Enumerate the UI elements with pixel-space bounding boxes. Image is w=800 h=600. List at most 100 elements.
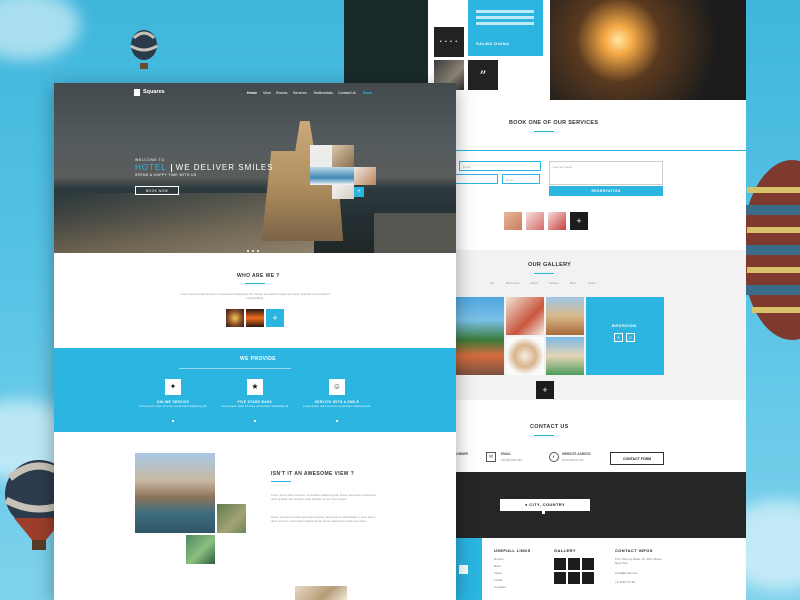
nav-services[interactable]: Services [293, 91, 307, 95]
harbor-photo[interactable] [135, 453, 215, 533]
gallery-image[interactable] [456, 297, 504, 375]
who-thumbnail[interactable] [226, 309, 244, 327]
special-needs-textarea[interactable]: Special Needs [549, 161, 663, 185]
who-title-underline [245, 283, 265, 284]
gallery-title: OUR GALLERY [528, 262, 572, 268]
contact-form-button[interactable]: CONTACT FORM [610, 452, 664, 465]
footer-gallery-thumb[interactable] [582, 558, 594, 570]
footer-link[interactable]: Travel [494, 578, 502, 582]
service-thumbnail[interactable] [526, 212, 544, 230]
service-thumbnail[interactable] [548, 212, 566, 230]
hero-collage-tile[interactable] [332, 185, 354, 199]
gallery-image[interactable] [546, 337, 584, 375]
footer-gallery-title: GALLERY [554, 548, 576, 553]
gallery-filter-kitchen[interactable]: Kitchen [549, 281, 559, 285]
gallery-filter-pools[interactable]: Pools [588, 281, 596, 285]
nav-view[interactable]: View [263, 91, 271, 95]
hero-collage-tile[interactable] [310, 167, 354, 185]
hero-collage-plus-icon[interactable]: + [354, 187, 364, 197]
food-photo[interactable] [295, 586, 347, 600]
service-text: Lorem ipsum dolor sit amet, consectetur … [220, 404, 290, 408]
garden-photo[interactable] [217, 504, 246, 533]
map-location-label: ● CITY, COUNTRY [500, 499, 590, 511]
footer-gallery-thumb[interactable] [554, 558, 566, 570]
gallery-filter-views[interactable]: Views [530, 281, 538, 285]
service-text: Lorem ipsum dolor sit amet, consectetur … [138, 404, 208, 408]
gallery-filter-bars[interactable]: Bars [570, 281, 576, 285]
brand-logo[interactable]: Squares [143, 89, 165, 95]
gallery-image[interactable] [506, 297, 544, 335]
room-select[interactable]: Room [502, 174, 540, 184]
nav-home[interactable]: Home [247, 91, 257, 95]
contact-title: CONTACT US [530, 424, 569, 430]
awesome-title-underline [271, 481, 291, 482]
gallery-image[interactable] [546, 297, 584, 335]
email-value[interactable]: info@mail.com [501, 458, 522, 462]
hero-title-text: WE DELIVER SMILES [175, 163, 274, 172]
testimonial-nav-dots[interactable]: • • • • [434, 27, 464, 57]
service-dot [254, 420, 256, 422]
left-page-mockup: Squares Home View Rooms Services Testimo… [54, 83, 456, 600]
logo-icon [134, 89, 140, 96]
footer-link[interactable]: Views [494, 571, 502, 575]
more-services-button[interactable]: + [570, 212, 588, 230]
smile-icon: ☺ [329, 379, 345, 395]
gallery-filter-all[interactable]: All [490, 281, 493, 285]
gallery-feature-label: BEDROOM [612, 323, 637, 328]
hero-building-secondary [374, 213, 456, 253]
hero-slider-dots[interactable] [247, 239, 262, 257]
who-thumbnail[interactable] [246, 309, 264, 327]
aerial-photo[interactable] [186, 535, 215, 564]
globe-icon: ◐ [549, 452, 559, 462]
footer-gallery-thumb[interactable] [568, 572, 580, 584]
who-text: Lorem ipsum dolor sit amet, consectetur … [180, 292, 330, 301]
quote-icon: ” [468, 60, 498, 90]
hero-title: HOTEL WE DELIVER SMILES [135, 163, 274, 172]
website-label: WEBSITE ADRESS [562, 452, 591, 456]
testimonial-card: SALMA DIANA [468, 0, 543, 56]
email-icon: ✉ [486, 452, 496, 462]
reservation-button[interactable]: RESERVATION [549, 186, 663, 196]
contact-title-underline [534, 435, 554, 436]
email-label: EMAIL [501, 452, 511, 456]
gallery-feature-bedroom[interactable]: BEDROOM + ⌕ [586, 297, 664, 375]
hot-air-balloon-icon [742, 160, 800, 340]
awesome-paragraph: Lorem ipsum dolor sit amet, consectetur … [271, 493, 376, 501]
hero-subtitle: SPEND A HAPPY TIME WITH US [135, 173, 197, 177]
gallery-image[interactable] [506, 337, 544, 375]
footer-useful-links-title: USEFULL LINKS [494, 548, 531, 553]
hero-welcome: WELCOME TO [135, 158, 165, 162]
book-section-title: BOOK ONE OF OUR SERVICES [509, 120, 599, 126]
footer-link[interactable]: Rooms [494, 557, 504, 561]
website-value[interactable]: www.hotel.com [562, 458, 583, 462]
gallery-load-more-button[interactable]: + [536, 381, 554, 399]
footer-gallery-thumb[interactable] [582, 572, 594, 584]
hero-collage-tile[interactable] [332, 145, 354, 167]
hero-title-divider [170, 163, 172, 172]
sparkler-photo [550, 0, 746, 100]
puzzle-icon: ✦ [165, 379, 181, 395]
nav-contact[interactable]: Contact Us [338, 91, 356, 95]
zoom-icon[interactable]: ⌕ [626, 333, 635, 342]
footer-link[interactable]: Book [494, 564, 501, 568]
link-icon[interactable]: + [614, 333, 623, 342]
star-icon: ★ [247, 379, 263, 395]
gallery-filter-bedrooms[interactable]: Bedrooms [506, 281, 520, 285]
hero-collage-tile[interactable] [354, 167, 376, 185]
nav-rooms[interactable]: Rooms [276, 91, 287, 95]
who-more-button[interactable]: + [266, 309, 284, 327]
service-text: Lorem ipsum dolor sit amet, consectetur … [302, 404, 372, 408]
map-marker[interactable] [542, 511, 545, 514]
nav-testimonials[interactable]: Testimonials [313, 91, 333, 95]
hero-collage-tile[interactable] [310, 145, 332, 167]
book-now-button[interactable]: BOOK NOW [135, 186, 179, 195]
testimonial-author: SALMA DIANA [476, 41, 510, 46]
number-label: NUMBER [454, 452, 468, 456]
footer-email[interactable]: email@mail.com [615, 571, 637, 575]
service-thumbnail[interactable] [504, 212, 522, 230]
nav-book[interactable]: Book [363, 91, 372, 95]
footer-gallery-thumb[interactable] [554, 572, 566, 584]
footer-gallery-thumb[interactable] [568, 558, 580, 570]
footer-link[interactable]: Contacts [494, 585, 506, 589]
email-field[interactable]: Email [459, 161, 541, 171]
